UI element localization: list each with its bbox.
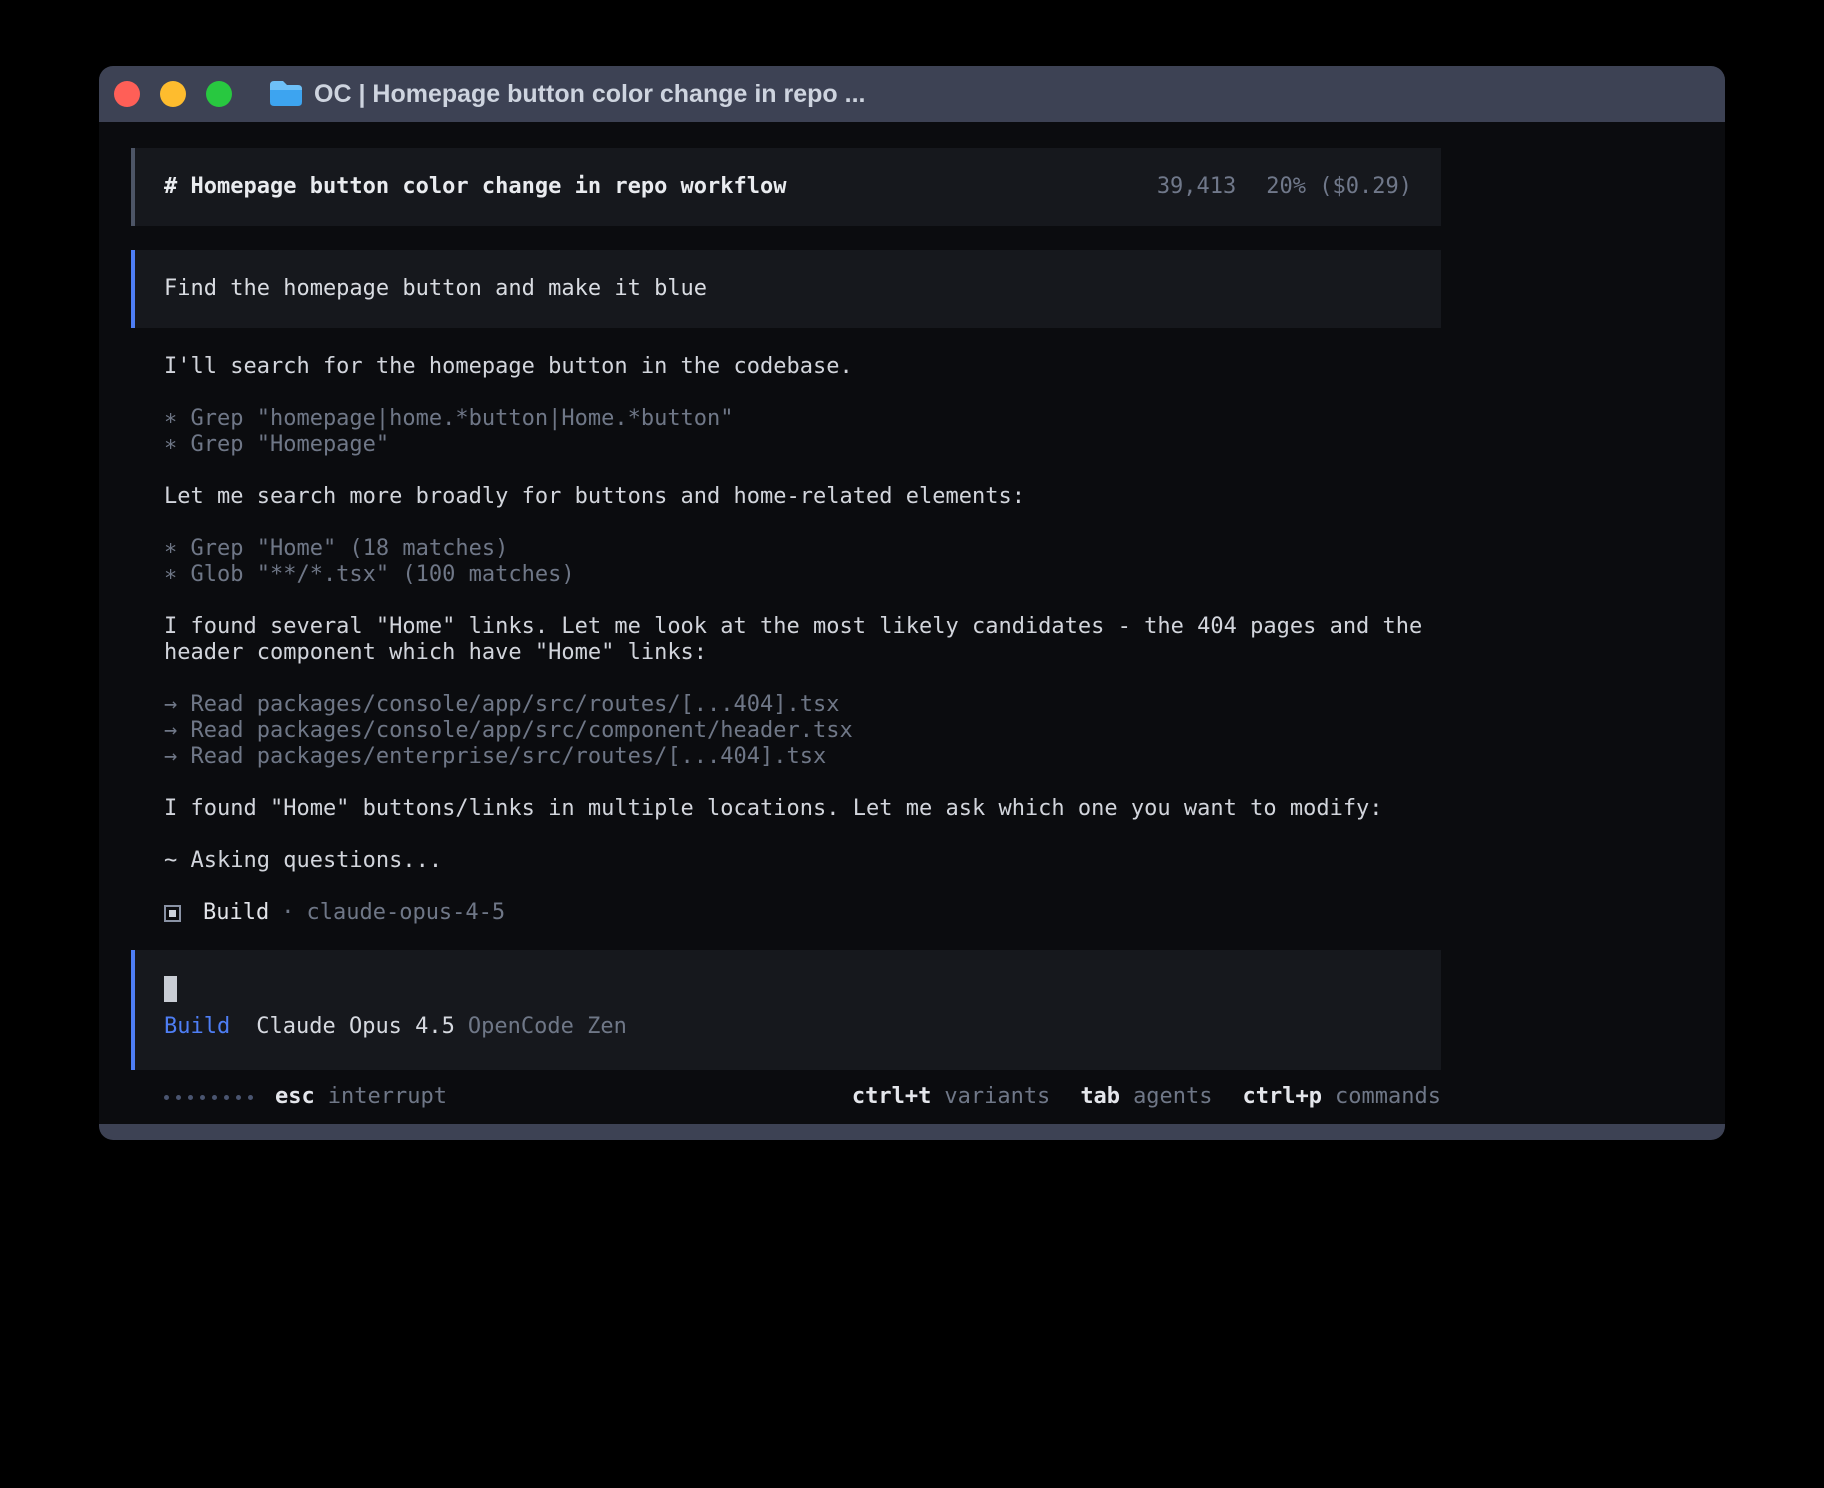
input-provider: OpenCode Zen [468, 1014, 627, 1040]
assistant-text: I found several "Home" links. Let me loo… [164, 614, 1441, 666]
tool-calls-grep-glob: ∗ Grep "Home" (18 matches) ∗ Glob "**/*.… [164, 536, 1441, 588]
session-title: # Homepage button color change in repo w… [164, 174, 787, 200]
tool-calls-grep: ∗ Grep "homepage|home.*button|Home.*butt… [164, 406, 1441, 458]
input-meta: Build Claude Opus 4.5 OpenCode Zen [164, 1014, 1412, 1040]
agent-separator: · [281, 900, 294, 926]
context-cost: 20% ($0.29) [1266, 174, 1412, 200]
session-header: # Homepage button color change in repo w… [131, 148, 1441, 226]
agent-status: Build · claude-opus-4-5 [164, 900, 1441, 926]
folder-icon [268, 80, 302, 108]
input-model[interactable]: Claude Opus 4.5 [256, 1014, 455, 1040]
assistant-text: Let me search more broadly for buttons a… [164, 484, 1441, 510]
assistant-status-text: ~ Asking questions... [164, 848, 1441, 874]
close-button[interactable] [114, 81, 140, 107]
agent-model: claude-opus-4-5 [306, 900, 505, 926]
agent-icon [164, 905, 181, 922]
prompt-input[interactable]: Build Claude Opus 4.5 OpenCode Zen [131, 950, 1441, 1070]
user-message: Find the homepage button and make it blu… [131, 250, 1441, 328]
shortcut-variants: ctrl+t variants [852, 1084, 1050, 1110]
token-count: 39,413 [1157, 174, 1236, 200]
status-bar-right: ctrl+t variants tab agents ctrl+p comman… [852, 1084, 1441, 1110]
input-mode[interactable]: Build [164, 1014, 230, 1040]
zoom-button[interactable] [206, 81, 232, 107]
shortcut-agents: tab agents [1080, 1084, 1212, 1110]
traffic-lights [114, 81, 232, 107]
tool-calls-read: → Read packages/console/app/src/routes/[… [164, 692, 1441, 770]
conversation-area: # Homepage button color change in repo w… [131, 148, 1441, 1110]
window-titlebar: OC | Homepage button color change in rep… [99, 66, 1725, 122]
status-bar: esc interrupt ctrl+t variants tab agents… [164, 1084, 1441, 1110]
shortcut-interrupt: esc interrupt [275, 1084, 447, 1110]
terminal-screen[interactable]: # Homepage button color change in repo w… [99, 122, 1725, 1124]
assistant-text: I'll search for the homepage button in t… [164, 354, 1441, 380]
text-cursor [164, 976, 177, 1002]
window-title: OC | Homepage button color change in rep… [314, 80, 865, 109]
agent-name: Build [203, 900, 269, 926]
spinner-dots-icon [164, 1095, 253, 1100]
user-message-text: Find the homepage button and make it blu… [164, 276, 1412, 302]
minimize-button[interactable] [160, 81, 186, 107]
status-bar-left: esc interrupt [164, 1084, 447, 1110]
assistant-text: I found "Home" buttons/links in multiple… [164, 796, 1441, 822]
terminal-window: OC | Homepage button color change in rep… [99, 66, 1725, 1140]
session-stats: 39,413 20% ($0.29) [1157, 174, 1412, 200]
shortcut-commands: ctrl+p commands [1243, 1084, 1441, 1110]
